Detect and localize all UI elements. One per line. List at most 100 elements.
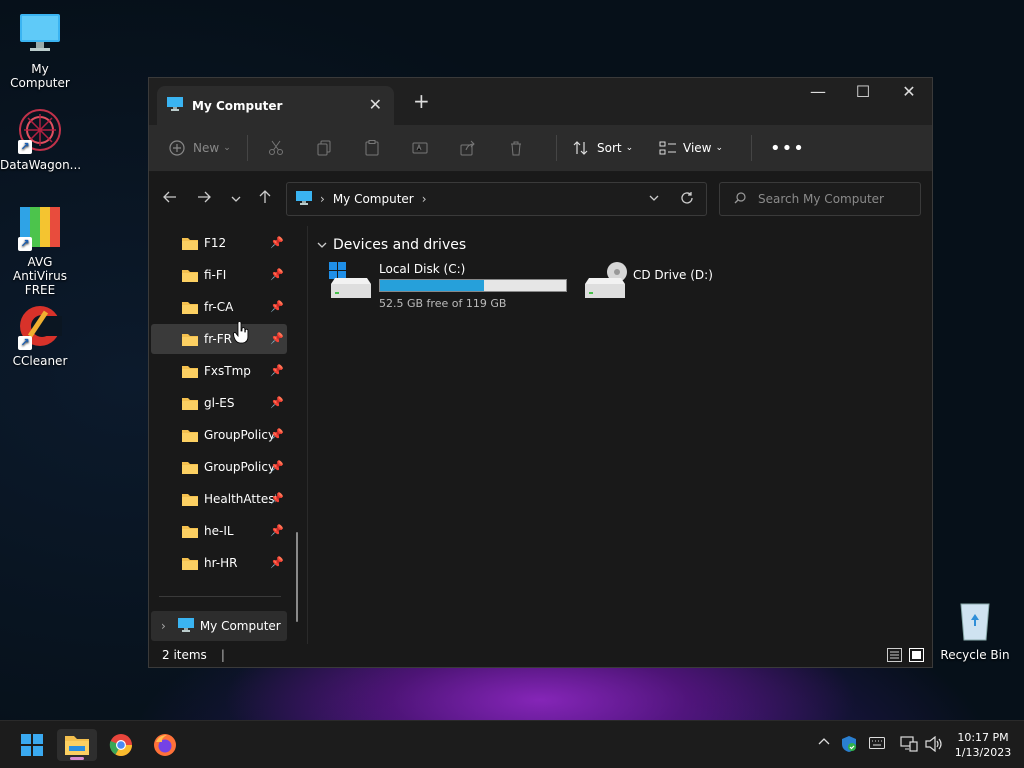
- more-options-button[interactable]: •••: [770, 138, 805, 159]
- nav-item-grouppolicy[interactable]: GroupPolicy 📌: [151, 420, 287, 450]
- recycle-bin-icon: [951, 596, 999, 644]
- minimize-button[interactable]: —: [803, 82, 833, 101]
- arrow-up-icon: [259, 190, 271, 203]
- desktop-icon-avg[interactable]: ↗ AVG AntiVirus FREE: [0, 203, 80, 297]
- clock-date: 1/13/2023: [954, 746, 1012, 759]
- shortcut-arrow-icon: ↗: [18, 140, 32, 154]
- tiles-view-icon: [909, 648, 924, 662]
- tiles-view-button[interactable]: [909, 648, 924, 665]
- keyboard-icon[interactable]: [869, 737, 885, 753]
- shortcut-arrow-icon: ↗: [18, 237, 32, 251]
- desktop-icon-label: AVG AntiVirus FREE: [13, 255, 67, 297]
- drive-local-disk-c[interactable]: Local Disk (C:) 52.5 GB free of 119 GB: [329, 262, 567, 310]
- network-icon[interactable]: [900, 736, 918, 756]
- navigation-pane[interactable]: F12 📌 fi-FI 📌 fr-CA 📌 fr-FR 📌 FxsTmp 📌 g…: [149, 226, 307, 644]
- delete-button[interactable]: [508, 140, 556, 156]
- maximize-button[interactable]: ☐: [848, 82, 878, 101]
- nav-item-fr-ca[interactable]: fr-CA 📌: [151, 292, 287, 322]
- group-header-devices[interactable]: Devices and drives: [317, 237, 466, 253]
- nav-item-hr-hr[interactable]: hr-HR 📌: [151, 548, 287, 578]
- desktop-icon-ccleaner[interactable]: ↗ CCleaner: [0, 302, 80, 368]
- folder-icon: [182, 430, 198, 442]
- drive-name: CD Drive (D:): [633, 268, 713, 282]
- nav-item-fxstmp[interactable]: FxsTmp 📌: [151, 356, 287, 386]
- pin-icon[interactable]: 📌: [270, 396, 284, 409]
- show-hidden-icons-button[interactable]: [818, 735, 830, 750]
- pane-splitter[interactable]: [307, 226, 308, 644]
- breadcrumb-my-computer[interactable]: My Computer: [333, 192, 414, 206]
- status-divider: |: [220, 648, 225, 662]
- desktop-icon-recycle-bin[interactable]: Recycle Bin: [935, 596, 1015, 662]
- nav-item-gl-es[interactable]: gl-ES 📌: [151, 388, 287, 418]
- pin-icon[interactable]: 📌: [270, 332, 284, 345]
- share-button[interactable]: [460, 140, 508, 156]
- nav-item-he-il[interactable]: he-IL 📌: [151, 516, 287, 546]
- rename-button[interactable]: [412, 140, 460, 156]
- new-tab-button[interactable]: +: [413, 89, 430, 113]
- pin-icon[interactable]: 📌: [270, 556, 284, 569]
- address-bar[interactable]: › My Computer ›: [286, 182, 707, 216]
- taskbar-file-explorer[interactable]: [57, 729, 97, 761]
- volume-icon[interactable]: [925, 735, 943, 756]
- new-button[interactable]: New ⌄: [169, 140, 247, 156]
- pin-icon[interactable]: 📌: [270, 460, 284, 473]
- chevron-up-icon: [818, 738, 830, 745]
- paste-button[interactable]: [364, 140, 412, 156]
- search-input[interactable]: Search My Computer: [719, 182, 921, 216]
- recent-locations-button[interactable]: [231, 192, 241, 206]
- chevron-right-icon[interactable]: ›: [161, 619, 166, 633]
- nav-item-grouppolicyusers[interactable]: GroupPolicyUsers 📌: [151, 452, 287, 482]
- sort-button[interactable]: Sort ⌄: [573, 140, 659, 156]
- drive-usage-fill: [380, 280, 485, 291]
- pin-icon[interactable]: 📌: [270, 236, 284, 249]
- chevron-down-icon: ⌄: [223, 143, 231, 153]
- nav-item-f12[interactable]: F12 📌: [151, 228, 287, 258]
- pin-icon[interactable]: 📌: [270, 300, 284, 313]
- up-button[interactable]: [258, 190, 272, 207]
- nav-item-label: F12: [204, 236, 227, 250]
- close-window-button[interactable]: ✕: [894, 82, 924, 101]
- refresh-button[interactable]: [680, 191, 694, 208]
- view-button[interactable]: View ⌄: [659, 141, 751, 155]
- monitor-icon: [177, 617, 194, 635]
- windows-security-icon[interactable]: [841, 735, 857, 757]
- nav-item-fi-fi[interactable]: fi-FI 📌: [151, 260, 287, 290]
- pin-icon[interactable]: 📌: [270, 524, 284, 537]
- pin-icon[interactable]: 📌: [270, 268, 284, 281]
- nav-item-healthattestation[interactable]: HealthAttestation 📌: [151, 484, 287, 514]
- monitor-icon: [296, 190, 312, 208]
- nav-item-my-computer[interactable]: › My Computer: [151, 611, 287, 641]
- folder-icon: [182, 270, 198, 282]
- system-clock[interactable]: 10:17 PM 1/13/2023: [952, 730, 1014, 760]
- chevron-down-icon: [649, 195, 659, 201]
- nav-item-fr-fr[interactable]: fr-FR 📌: [151, 324, 287, 354]
- chevron-right-icon[interactable]: ›: [422, 192, 427, 206]
- drive-cd-d[interactable]: CD Drive (D:): [583, 262, 713, 305]
- details-view-button[interactable]: [887, 648, 902, 665]
- desktop-icon-my-computer[interactable]: My Computer: [0, 10, 80, 90]
- tab-my-computer[interactable]: My Computer ✕: [157, 86, 394, 125]
- start-button[interactable]: [12, 729, 52, 761]
- pin-icon[interactable]: 📌: [270, 492, 284, 505]
- toolbar-separator: [247, 135, 248, 161]
- copy-icon: [316, 140, 332, 156]
- nav-scrollbar[interactable]: [296, 532, 298, 622]
- back-button[interactable]: [163, 190, 177, 207]
- taskbar-chrome[interactable]: [101, 729, 141, 761]
- cut-button[interactable]: [268, 140, 316, 156]
- title-bar[interactable]: My Computer ✕ + — ☐ ✕: [149, 78, 932, 125]
- pin-icon[interactable]: 📌: [270, 364, 284, 377]
- content-pane[interactable]: Devices and drives Local Disk (C:) 52.5 …: [309, 226, 929, 644]
- forward-button[interactable]: [197, 190, 211, 207]
- chevron-down-icon: [231, 196, 241, 202]
- pin-icon[interactable]: 📌: [270, 428, 284, 441]
- chevron-down-icon: ⌄: [625, 143, 634, 153]
- taskbar: 10:17 PM 1/13/2023: [0, 720, 1024, 768]
- search-icon: [734, 191, 746, 207]
- desktop-icon-label: DataWagon...: [0, 158, 82, 172]
- desktop-icon-datawagon[interactable]: ↗ DataWagon...: [0, 106, 82, 172]
- taskbar-firefox[interactable]: [145, 729, 185, 761]
- address-dropdown-button[interactable]: [649, 191, 659, 205]
- close-tab-button[interactable]: ✕: [369, 95, 382, 114]
- copy-button[interactable]: [316, 140, 364, 156]
